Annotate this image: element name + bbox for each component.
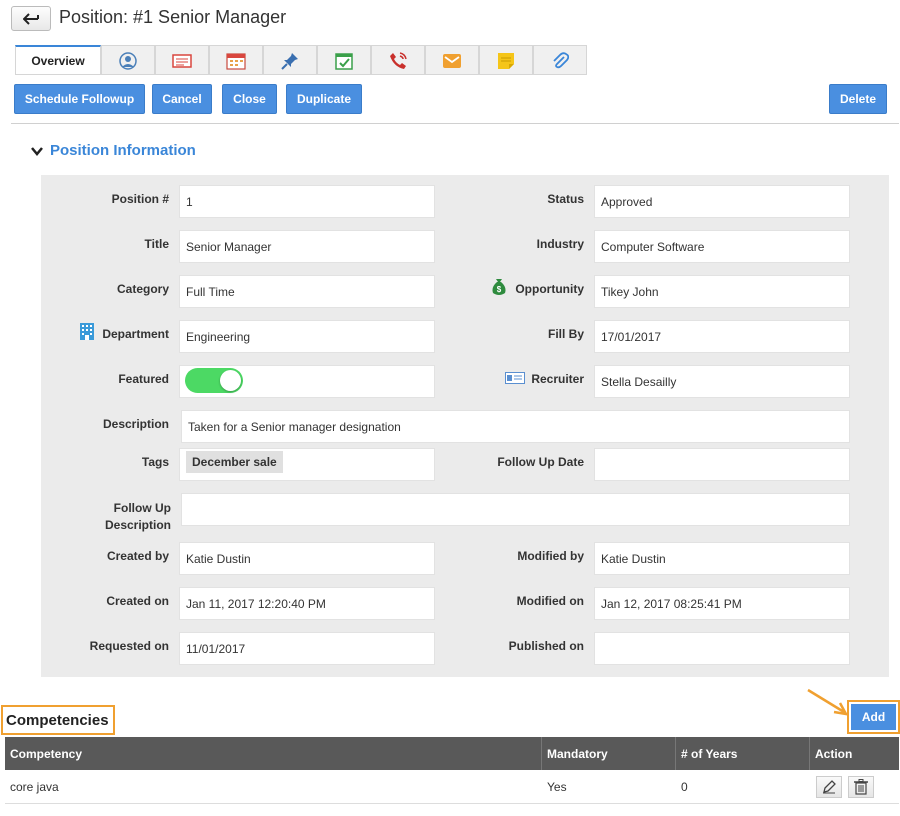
- contacts-icon: [119, 51, 137, 70]
- money-bag-icon: $: [492, 279, 506, 295]
- tab-bar: Overview: [15, 45, 587, 75]
- modified-on-field[interactable]: Jan 12, 2017 08:25:41 PM: [594, 587, 850, 620]
- add-button-highlight: Add: [847, 700, 900, 734]
- phone-call-icon: [390, 51, 407, 69]
- column-years[interactable]: # of Years: [676, 737, 810, 770]
- page-title: Position: #1 Senior Manager: [59, 7, 287, 27]
- chevron-down-icon: [31, 146, 43, 156]
- status-label: Status: [547, 192, 584, 206]
- created-by-field[interactable]: Katie Dustin: [179, 542, 435, 575]
- years-cell: 0: [681, 780, 688, 794]
- opportunity-field[interactable]: Tikey John: [594, 275, 850, 308]
- fill-by-field[interactable]: 17/01/2017: [594, 320, 850, 353]
- column-mandatory[interactable]: Mandatory: [542, 737, 676, 770]
- department-label: Department: [102, 327, 169, 341]
- id-card-icon: [505, 372, 525, 384]
- category-label: Category: [116, 282, 169, 296]
- close-button[interactable]: Close: [222, 84, 277, 114]
- sticky-note-icon: [498, 52, 514, 69]
- tag-chip[interactable]: December sale: [186, 451, 283, 473]
- divider: [11, 123, 899, 124]
- competency-table-header: Competency Mandatory # of Years Action: [5, 737, 899, 770]
- department-field[interactable]: Engineering: [179, 320, 435, 353]
- pencil-icon: [823, 780, 836, 794]
- title-field[interactable]: Senior Manager: [179, 230, 435, 263]
- recruiter-field[interactable]: Stella Desailly: [594, 365, 850, 398]
- column-competency[interactable]: Competency: [5, 737, 542, 770]
- fill-by-label: Fill By: [547, 327, 584, 341]
- cancel-button[interactable]: Cancel: [152, 84, 212, 114]
- tab-sticky-notes[interactable]: [479, 45, 533, 75]
- competencies-title: Competencies: [1, 705, 115, 735]
- column-action: Action: [815, 746, 853, 761]
- tab-tasks[interactable]: [317, 45, 371, 75]
- pin-icon: [281, 52, 298, 70]
- description-field[interactable]: Taken for a Senior manager designation: [181, 410, 850, 443]
- attachment-icon: [553, 51, 569, 68]
- back-arrow-icon: [23, 12, 39, 25]
- schedule-followup-button[interactable]: Schedule Followup: [14, 84, 145, 114]
- toggle-knob: [220, 370, 241, 391]
- modified-by-label: Modified by: [517, 549, 584, 563]
- status-field[interactable]: Approved: [594, 185, 850, 218]
- pointer-arrow-icon: [807, 688, 848, 716]
- follow-up-description-label-line1: Follow Up: [113, 501, 171, 515]
- position-number-label: Position #: [111, 192, 169, 206]
- requested-on-label: Requested on: [89, 639, 169, 653]
- svg-text:$: $: [497, 285, 502, 294]
- title-label: Title: [144, 237, 169, 251]
- requested-on-field[interactable]: 11/01/2017: [179, 632, 435, 665]
- tab-calendar[interactable]: [209, 45, 263, 75]
- featured-label: Featured: [118, 372, 169, 386]
- modified-on-label: Modified on: [516, 594, 584, 608]
- recruiter-label: Recruiter: [531, 372, 584, 386]
- table-row: core java Yes 0: [5, 770, 899, 804]
- follow-up-description-label-line2: Description: [104, 518, 171, 532]
- section-title: Position Information: [50, 142, 196, 159]
- published-on-label: Published on: [508, 639, 584, 653]
- calendar-icon: [226, 52, 246, 70]
- tab-calls[interactable]: [371, 45, 425, 75]
- created-on-field[interactable]: Jan 11, 2017 12:20:40 PM: [179, 587, 435, 620]
- tab-notes[interactable]: [155, 45, 209, 75]
- add-competency-button[interactable]: Add: [851, 704, 896, 730]
- mandatory-cell: Yes: [547, 780, 567, 794]
- description-label: Description: [102, 417, 169, 431]
- tab-pin[interactable]: [263, 45, 317, 75]
- section-header[interactable]: Position Information: [31, 142, 196, 159]
- trash-icon: [854, 779, 868, 795]
- created-by-label: Created by: [106, 549, 169, 563]
- back-button[interactable]: [11, 6, 51, 31]
- created-on-label: Created on: [106, 594, 169, 608]
- modified-by-field[interactable]: Katie Dustin: [594, 542, 850, 575]
- tags-label: Tags: [141, 455, 169, 469]
- tab-overview[interactable]: Overview: [15, 45, 101, 75]
- tab-attachments[interactable]: [533, 45, 587, 75]
- follow-up-description-field[interactable]: [181, 493, 850, 526]
- competency-cell: core java: [10, 780, 59, 794]
- follow-up-date-label: Follow Up Date: [497, 455, 584, 469]
- building-icon: [80, 323, 94, 340]
- published-on-field[interactable]: [594, 632, 850, 665]
- edit-button[interactable]: [816, 776, 842, 798]
- follow-up-description-label: Follow Up Description: [105, 500, 171, 534]
- notes-card-icon: [172, 53, 192, 68]
- task-calendar-icon: [335, 52, 353, 70]
- tab-contacts[interactable]: [101, 45, 155, 75]
- delete-row-button[interactable]: [848, 776, 874, 798]
- follow-up-date-field[interactable]: [594, 448, 850, 481]
- tab-divider: [15, 74, 587, 75]
- position-number-field[interactable]: 1: [179, 185, 435, 218]
- opportunity-label: Opportunity: [515, 282, 584, 296]
- industry-field[interactable]: Computer Software: [594, 230, 850, 263]
- duplicate-button[interactable]: Duplicate: [286, 84, 362, 114]
- tab-email[interactable]: [425, 45, 479, 75]
- industry-label: Industry: [536, 237, 584, 251]
- delete-button[interactable]: Delete: [829, 84, 887, 114]
- featured-toggle[interactable]: [185, 368, 243, 393]
- category-field[interactable]: Full Time: [179, 275, 435, 308]
- email-icon: [443, 53, 461, 68]
